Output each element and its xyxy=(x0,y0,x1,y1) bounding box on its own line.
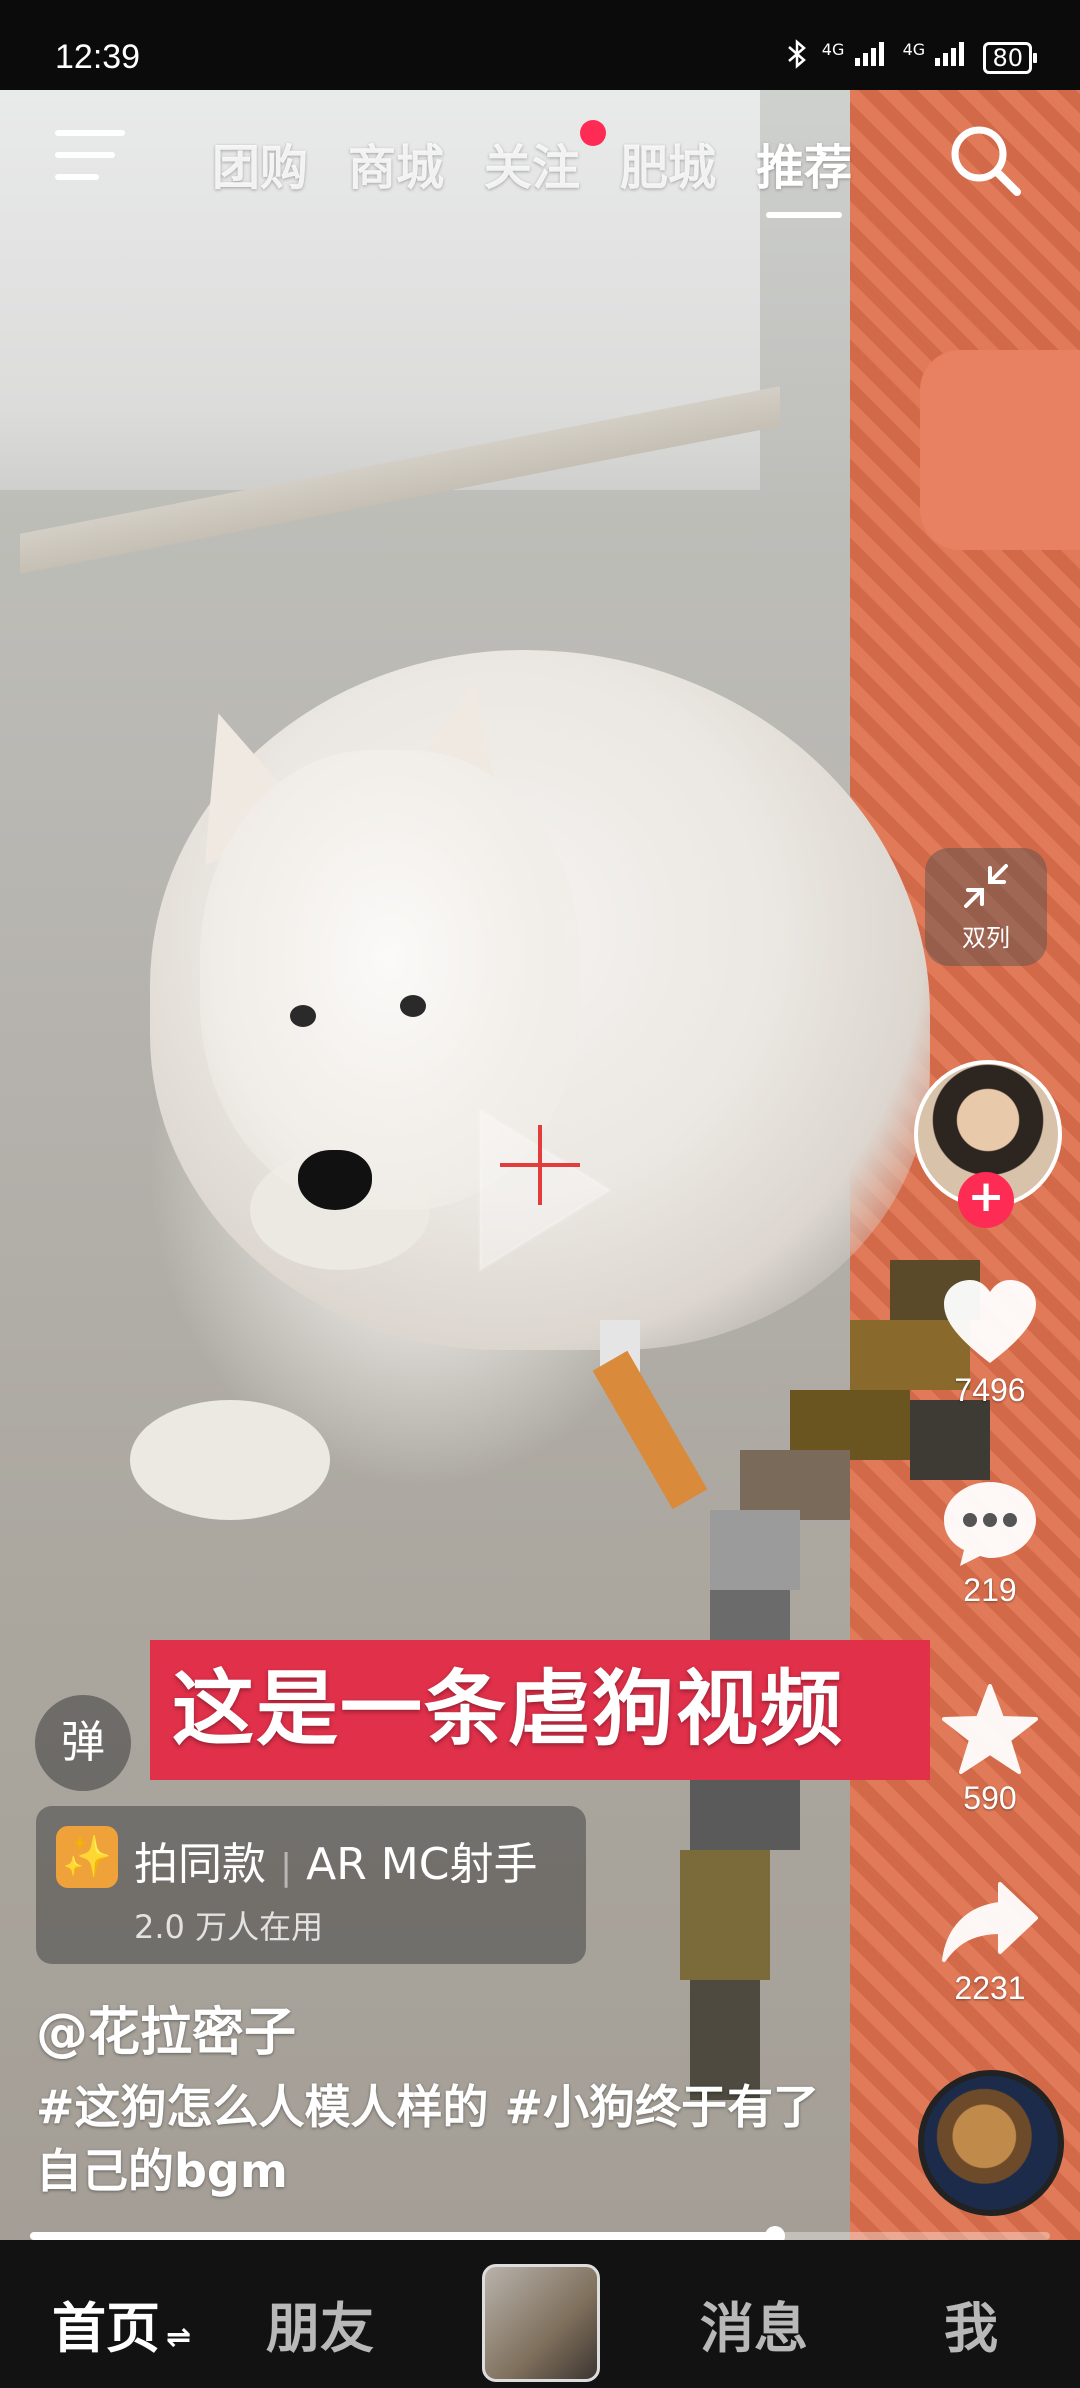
comment-button[interactable]: 219 xyxy=(920,1478,1060,1609)
progress-fill xyxy=(30,2232,775,2240)
effect-chip[interactable]: ✨ 拍同款 | AR MC射手 2.0 万人在用 xyxy=(36,1806,586,1964)
tab-following-label: 关注 xyxy=(484,140,581,196)
follow-button[interactable]: + xyxy=(958,1172,1014,1228)
sparkle-icon: ✨ xyxy=(56,1826,118,1888)
share-count: 2231 xyxy=(954,1970,1026,2006)
like-count: 7496 xyxy=(954,1372,1026,1408)
nav-home-label: 首页 xyxy=(52,2297,160,2360)
effect-title: 拍同款 | AR MC射手 xyxy=(134,1828,537,1892)
favorite-button[interactable]: 590 xyxy=(920,1682,1060,1817)
dog-eye xyxy=(290,1005,316,1027)
nav-friends[interactable]: 朋友 xyxy=(266,2284,374,2363)
dog-nose xyxy=(298,1150,372,1210)
status-icons: 4G 4G 80 xyxy=(786,38,1037,77)
top-tabs: 团购 商城 关注 肥城 推荐 xyxy=(212,120,852,218)
video-banner-text: 这是一条虐狗视频 xyxy=(172,1662,845,1757)
tab-mall[interactable]: 商城 xyxy=(348,128,444,198)
like-button[interactable]: 7496 xyxy=(920,1278,1060,1409)
menu-icon[interactable] xyxy=(55,130,125,186)
signal-icon-2: 4G xyxy=(903,40,970,75)
star-icon xyxy=(942,1684,1038,1774)
comment-count: 219 xyxy=(963,1572,1017,1608)
dog-paw xyxy=(130,1400,330,1520)
battery-icon: 80 xyxy=(983,41,1037,74)
share-icon xyxy=(942,1882,1038,1962)
status-time: 12:39 xyxy=(55,38,141,76)
crosshair-icon xyxy=(500,1125,580,1205)
tab-group-buy[interactable]: 团购 xyxy=(212,128,308,198)
bottom-nav: 首页 ⇌ 朋友 消息 我 xyxy=(0,2240,1080,2388)
tab-local[interactable]: 肥城 xyxy=(620,128,716,198)
share-button[interactable]: 2231 xyxy=(920,1880,1060,2007)
nav-me[interactable]: 我 xyxy=(944,2284,998,2363)
video-sofa-cushion xyxy=(920,350,1080,550)
author-name[interactable]: @花拉密子 xyxy=(36,1990,296,2065)
tab-following[interactable]: 关注 xyxy=(484,120,607,198)
nav-home[interactable]: 首页 ⇌ xyxy=(52,2284,191,2363)
tab-recommend[interactable]: 推荐 xyxy=(756,128,852,218)
effect-usage: 2.0 万人在用 xyxy=(134,1908,324,1946)
effect-name: AR MC射手 xyxy=(306,1839,538,1890)
effect-separator: | xyxy=(280,1847,293,1888)
dog-eye xyxy=(400,995,426,1017)
status-bar: 12:39 4G 4G 80 xyxy=(0,0,1080,90)
nav-messages[interactable]: 消息 xyxy=(700,2284,808,2363)
favorite-count: 590 xyxy=(963,1780,1017,1816)
swap-icon: ⇌ xyxy=(166,2320,192,2355)
dual-column-button[interactable]: 双列 xyxy=(925,848,1047,966)
search-icon[interactable] xyxy=(945,120,1025,200)
danmu-toggle[interactable]: 弹 xyxy=(35,1695,131,1791)
comment-icon xyxy=(944,1482,1036,1566)
video-banner: 这是一条虐狗视频 xyxy=(150,1640,930,1780)
notification-dot xyxy=(580,120,607,146)
effect-prefix: 拍同款 xyxy=(134,1839,266,1890)
bluetooth-icon xyxy=(786,38,808,77)
signal-icon: 4G xyxy=(822,40,889,75)
dual-column-label: 双列 xyxy=(962,924,1010,952)
heart-icon xyxy=(944,1280,1036,1363)
create-button[interactable] xyxy=(482,2264,600,2382)
music-disc[interactable] xyxy=(918,2070,1064,2216)
progress-bar[interactable] xyxy=(30,2226,1050,2246)
top-nav: 团购 商城 关注 肥城 推荐 xyxy=(0,90,1080,220)
collapse-icon xyxy=(964,864,1008,908)
video-caption[interactable]: #这狗怎么人模人样的 #小狗终于有了自己的bgm xyxy=(36,2075,856,2203)
